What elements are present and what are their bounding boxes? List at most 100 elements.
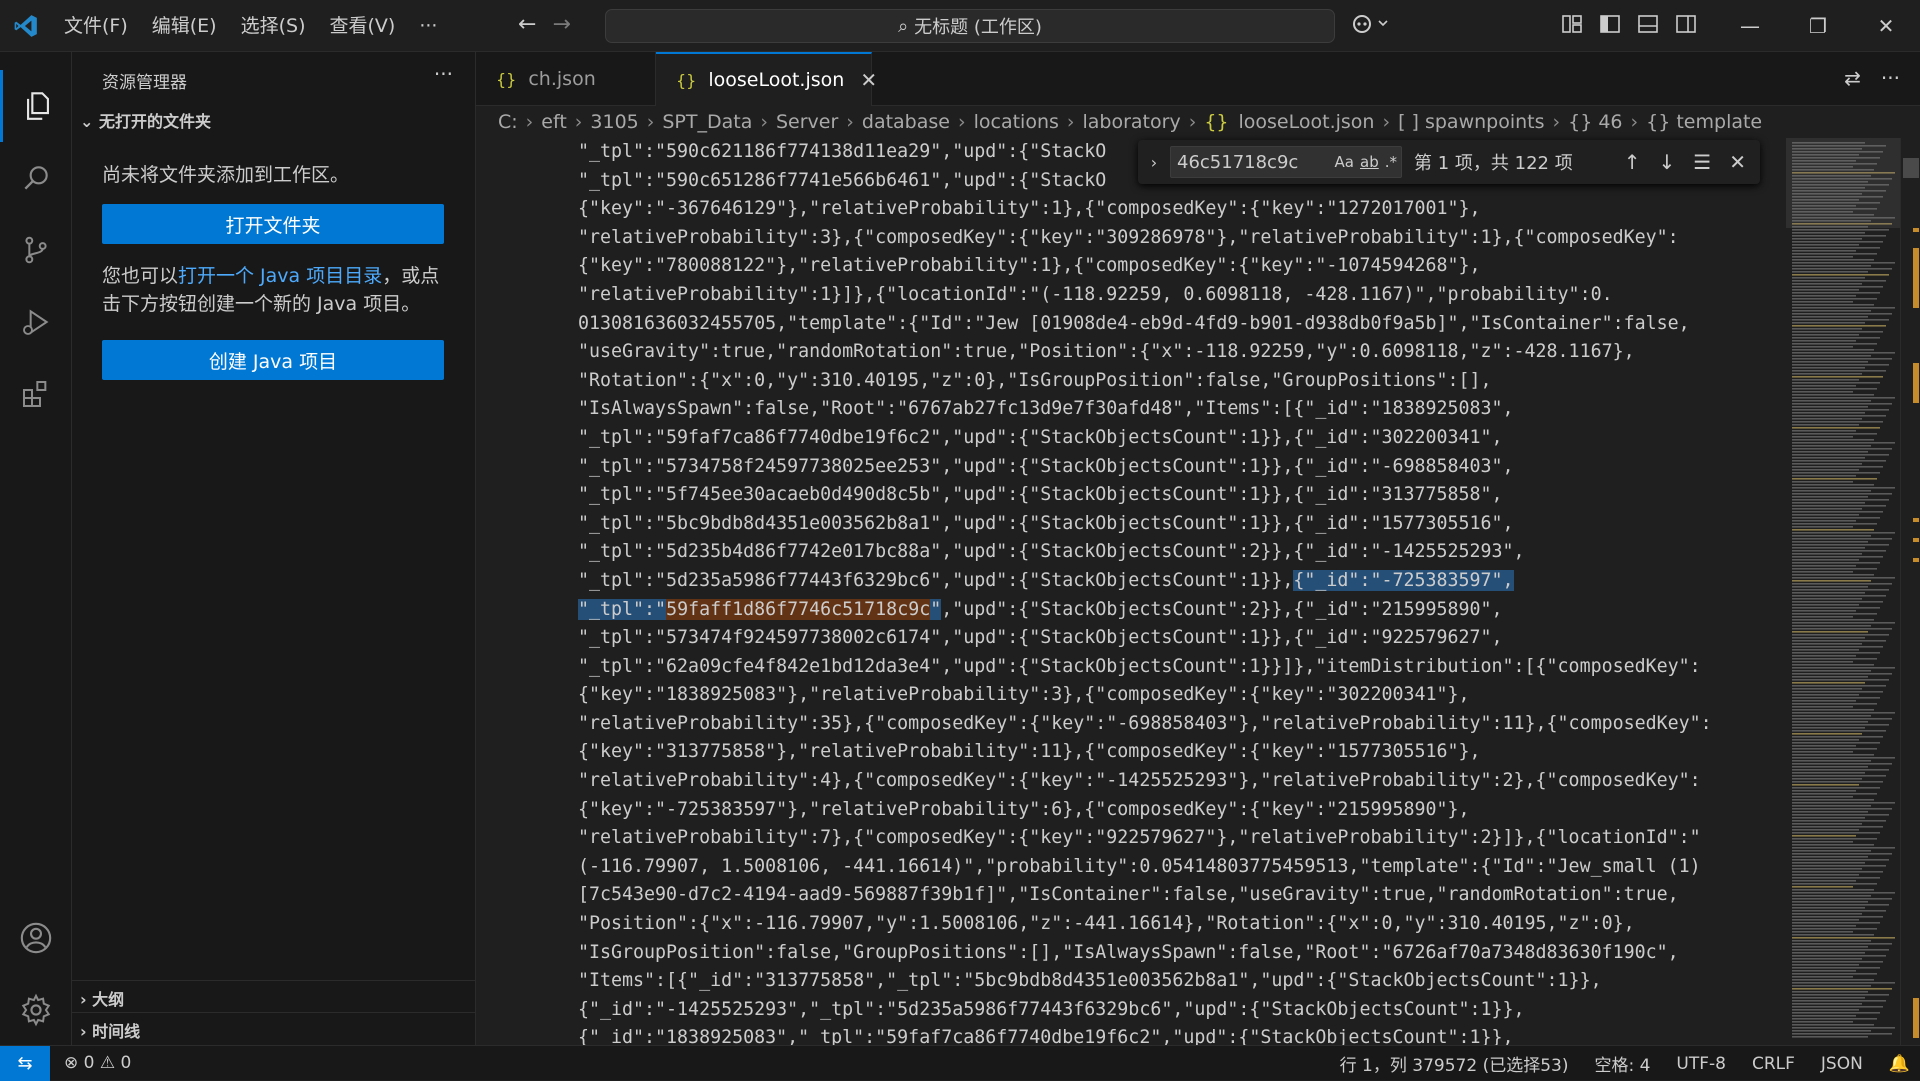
code-line[interactable]: "_tpl":"5bc9bdb8d4351e003562b8a1","upd":… (578, 510, 1712, 539)
breadcrumb-item[interactable]: [ ] spawnpoints (1398, 111, 1544, 133)
code-line[interactable]: "_tpl":"59faff1d86f7746c51718c9c","upd":… (578, 596, 1712, 625)
command-center[interactable]: ⌕ 无标题 (工作区) (605, 9, 1335, 43)
forward-arrow-icon[interactable]: → (552, 12, 570, 37)
next-match-icon[interactable]: ↓ (1659, 150, 1676, 174)
code-line[interactable]: "_tpl":"62a09cfe4f842e1bd12da3e4","upd":… (578, 653, 1712, 682)
code-line[interactable]: (-116.79907, 1.5008106, -441.16614)","pr… (578, 853, 1712, 882)
indentation[interactable]: 空格: 4 (1594, 1051, 1650, 1076)
menu-more[interactable]: ··· (407, 0, 449, 52)
minimize-icon[interactable]: — (1716, 0, 1784, 52)
toggle-panel-icon[interactable] (1636, 12, 1660, 36)
toggle-primary-sidebar-icon[interactable] (1598, 12, 1622, 36)
code-line[interactable]: "relativeProbability":7},{"composedKey":… (578, 824, 1712, 853)
scrollbar-thumb[interactable] (1903, 158, 1919, 178)
code-line[interactable]: "Items":[{"_id":"313775858","_tpl":"5bc9… (578, 967, 1712, 996)
search-icon[interactable] (0, 142, 72, 214)
open-java-project-link[interactable]: 打开一个 Java 项目目录 (178, 265, 382, 287)
menu-selection[interactable]: 选择(S) (229, 0, 318, 52)
copilot-icon[interactable] (1352, 12, 1390, 41)
code-line[interactable]: {"key":"-367646129"},"relativeProbabilit… (578, 195, 1712, 224)
account-icon[interactable] (0, 902, 72, 974)
customize-layout-icon[interactable] (1560, 12, 1584, 36)
compare-icon[interactable]: ⇄ (1844, 66, 1861, 90)
minimap-viewport-slider[interactable] (1786, 138, 1900, 228)
code-line[interactable]: 013081636032455705,"template":{"Id":"Jew… (578, 310, 1712, 339)
problems-indicator[interactable]: ⊗ 0 ⚠ 0 (64, 1053, 131, 1073)
code-line[interactable]: {"key":"313775858"},"relativeProbability… (578, 738, 1712, 767)
create-java-project-button[interactable]: 创建 Java 项目 (102, 340, 444, 380)
remote-indicator-icon[interactable]: ⇆ (0, 1045, 50, 1081)
code-editor[interactable]: "_tpl":"590c621186f774138d11ea29","upd":… (476, 138, 1786, 1045)
breadcrumb-item[interactable]: locations (974, 111, 1059, 133)
code-line[interactable]: [7c543e90-d7c2-4194-aad9-569887f39b1f]",… (578, 881, 1712, 910)
match-word-icon[interactable]: ab (1360, 153, 1379, 171)
no-folder-section[interactable]: ⌄ 无打开的文件夹 (80, 108, 211, 132)
close-tab-icon[interactable]: ✕ (860, 68, 877, 92)
breadcrumb-item[interactable]: C: (498, 111, 518, 133)
code-line[interactable]: {"key":"-725383597"},"relativeProbabilit… (578, 796, 1712, 825)
source-control-icon[interactable] (0, 214, 72, 286)
code-line[interactable]: "relativeProbability":35},{"composedKey"… (578, 710, 1712, 739)
code-line[interactable]: "_tpl":"5d235a5986f77443f6329bc6","upd":… (578, 567, 1712, 596)
tab-ch-json[interactable]: {} ch.json (476, 52, 656, 106)
toggle-secondary-sidebar-icon[interactable] (1674, 12, 1698, 36)
menu-view[interactable]: 查看(V) (318, 0, 408, 52)
breadcrumb-item[interactable]: {} template (1646, 111, 1762, 133)
settings-gear-icon[interactable] (0, 974, 72, 1046)
toggle-replace-icon[interactable]: › (1144, 153, 1164, 172)
breadcrumb-item[interactable]: looseLoot.json (1239, 111, 1375, 133)
back-arrow-icon[interactable]: ← (518, 12, 536, 37)
tab-looseloot-json[interactable]: {} looseLoot.json ✕ (656, 52, 877, 106)
sidebar-more-icon[interactable]: ··· (434, 62, 453, 86)
code-line[interactable]: "relativeProbability":4},{"composedKey":… (578, 767, 1712, 796)
line-ending[interactable]: CRLF (1752, 1054, 1795, 1074)
code-line[interactable]: "relativeProbability":1}]},{"locationId"… (578, 281, 1712, 310)
close-window-icon[interactable]: ✕ (1852, 0, 1920, 52)
cursor-position[interactable]: 行 1，列 379572 (已选择53) (1340, 1051, 1569, 1076)
code-line[interactable]: "_tpl":"5734758f24597738025ee253","upd":… (578, 453, 1712, 482)
breadcrumb-item[interactable]: SPT_Data (662, 111, 752, 133)
code-line[interactable]: "_tpl":"5f745ee30acaeb0d490d8c5b","upd":… (578, 481, 1712, 510)
code-line[interactable]: {"key":"1838925083"},"relativeProbabilit… (578, 681, 1712, 710)
breadcrumb-item[interactable]: {} 46 (1568, 111, 1622, 133)
breadcrumb-item[interactable]: database (862, 111, 950, 133)
minimap[interactable] (1786, 138, 1900, 1045)
find-input[interactable]: 46c51718c9c Aa ab .* (1170, 146, 1402, 178)
breadcrumb-item[interactable]: eft (541, 111, 567, 133)
encoding[interactable]: UTF-8 (1676, 1054, 1726, 1074)
timeline-section[interactable]: › 时间线 (80, 1018, 140, 1042)
restore-icon[interactable]: ❐ (1784, 0, 1852, 52)
explorer-icon[interactable] (0, 70, 72, 142)
match-case-icon[interactable]: Aa (1335, 153, 1354, 171)
code-line[interactable]: "_tpl":"59faf7ca86f7740dbe19f6c2","upd":… (578, 424, 1712, 453)
menu-file[interactable]: 文件(F) (52, 0, 140, 52)
code-line[interactable]: "IsGroupPosition":false,"GroupPositions"… (578, 939, 1712, 968)
extensions-icon[interactable] (0, 358, 72, 430)
code-line[interactable]: "useGravity":true,"randomRotation":true,… (578, 338, 1712, 367)
regex-icon[interactable]: .* (1385, 153, 1397, 171)
more-actions-icon[interactable]: ··· (1881, 66, 1900, 90)
breadcrumb-item[interactable]: laboratory (1083, 111, 1181, 133)
code-line[interactable]: "_tpl":"5d235b4d86f7742e017bc88a","upd":… (578, 538, 1712, 567)
code-line[interactable]: "relativeProbability":3},{"composedKey":… (578, 224, 1712, 253)
breadcrumb-item[interactable]: Server (776, 111, 838, 133)
code-line[interactable]: {"_id":"1838925083","_tpl":"59faf7ca86f7… (578, 1024, 1712, 1045)
language-mode[interactable]: JSON (1821, 1054, 1863, 1074)
outline-section[interactable]: › 大纲 (80, 986, 124, 1010)
code-line[interactable]: "_tpl":"573474f924597738002c6174","upd":… (578, 624, 1712, 653)
previous-match-icon[interactable]: ↑ (1624, 150, 1641, 174)
menu-edit[interactable]: 编辑(E) (140, 0, 229, 52)
code-line[interactable]: "IsAlwaysSpawn":false,"Root":"6767ab27fc… (578, 395, 1712, 424)
notifications-bell-icon[interactable]: 🔔 (1889, 1054, 1910, 1074)
code-content[interactable]: "_tpl":"590c621186f774138d11ea29","upd":… (578, 138, 1712, 1045)
code-line[interactable]: {"_id":"-1425525293","_tpl":"5d235a5986f… (578, 996, 1712, 1025)
breadcrumb-item[interactable]: 3105 (590, 111, 638, 133)
open-folder-button[interactable]: 打开文件夹 (102, 204, 444, 244)
code-line[interactable]: {"key":"780088122"},"relativeProbability… (578, 252, 1712, 281)
find-in-selection-icon[interactable]: ☰ (1693, 150, 1711, 174)
code-line[interactable]: "Rotation":{"x":0,"y":310.40195,"z":0},"… (578, 367, 1712, 396)
code-line[interactable]: "Position":{"x":-116.79907,"y":1.5008106… (578, 910, 1712, 939)
run-debug-icon[interactable] (0, 286, 72, 358)
vertical-scrollbar[interactable] (1900, 138, 1920, 1045)
close-find-icon[interactable]: ✕ (1729, 150, 1746, 174)
